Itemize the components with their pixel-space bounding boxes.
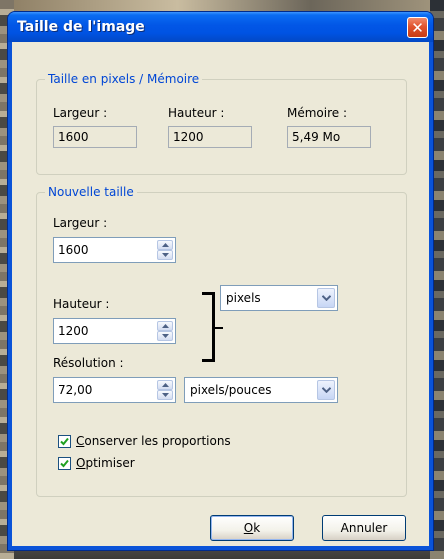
memory-value: 5,49 Mo bbox=[287, 126, 371, 148]
dialog-body: Taille en pixels / Mémoire Largeur : Hau… bbox=[12, 42, 429, 546]
new-width-spinner[interactable] bbox=[157, 240, 173, 260]
link-bracket-connector bbox=[215, 327, 223, 329]
new-size-group-title: Nouvelle taille bbox=[45, 185, 137, 199]
resolution-unit-dropdown[interactable]: pixels/pouces bbox=[184, 377, 338, 403]
resolution-unit-value: pixels/pouces bbox=[190, 383, 272, 397]
new-width-up-button[interactable] bbox=[157, 240, 173, 250]
optimize-label-rest: ptimiser bbox=[85, 456, 135, 470]
new-height-label: Hauteur : bbox=[53, 297, 110, 311]
ok-label-rest: k bbox=[253, 521, 261, 535]
current-height-label: Hauteur : bbox=[168, 106, 225, 120]
optimize-label: Optimiser bbox=[76, 456, 135, 470]
image-size-dialog: Taille de l'image ✕ Taille en pixels / M… bbox=[8, 12, 433, 550]
chevron-down-icon bbox=[322, 387, 331, 393]
checkmark-icon bbox=[60, 437, 69, 446]
size-unit-dropdown-button[interactable] bbox=[317, 288, 335, 308]
ok-mnemonic: O bbox=[243, 521, 254, 535]
keep-proportions-label: Conserver les proportions bbox=[76, 434, 231, 448]
size-unit-dropdown[interactable]: pixels bbox=[220, 285, 338, 311]
new-height-input[interactable] bbox=[58, 324, 148, 338]
keep-proportions-label-rest: onserver les proportions bbox=[84, 434, 231, 448]
arrow-up-icon bbox=[162, 243, 169, 247]
resolution-spinner[interactable] bbox=[157, 380, 173, 400]
resolution-down-button[interactable] bbox=[157, 390, 173, 400]
arrow-down-icon bbox=[162, 253, 169, 257]
new-height-spinner[interactable] bbox=[157, 321, 173, 341]
new-height-down-button[interactable] bbox=[157, 331, 173, 341]
new-width-down-button[interactable] bbox=[157, 250, 173, 260]
new-width-spinbox[interactable] bbox=[53, 237, 176, 263]
close-icon: ✕ bbox=[411, 19, 424, 37]
size-unit-value: pixels bbox=[226, 291, 261, 305]
new-width-input[interactable] bbox=[58, 243, 148, 257]
keep-proportions-checkbox[interactable] bbox=[58, 435, 71, 448]
optimize-checkbox[interactable] bbox=[58, 457, 71, 470]
resolution-label: Résolution : bbox=[53, 356, 124, 370]
chevron-down-icon bbox=[322, 295, 331, 301]
new-height-up-button[interactable] bbox=[157, 321, 173, 331]
optimize-checkbox-row[interactable]: Optimiser bbox=[58, 456, 178, 473]
current-width-value: 1600 bbox=[53, 126, 137, 148]
arrow-down-icon bbox=[162, 393, 169, 397]
resolution-unit-dropdown-button[interactable] bbox=[317, 380, 335, 400]
current-width-label: Largeur : bbox=[53, 106, 108, 120]
arrow-up-icon bbox=[162, 324, 169, 328]
memory-group-title: Taille en pixels / Mémoire bbox=[45, 72, 203, 86]
dialog-title: Taille de l'image bbox=[17, 19, 145, 35]
title-bar[interactable]: Taille de l'image ✕ bbox=[8, 12, 433, 42]
arrow-down-icon bbox=[162, 334, 169, 338]
arrow-up-icon bbox=[162, 383, 169, 387]
ok-button[interactable]: Ok bbox=[210, 515, 294, 541]
keep-proportions-checkbox-row[interactable]: Conserver les proportions bbox=[58, 434, 258, 451]
resolution-input[interactable] bbox=[58, 383, 148, 397]
resolution-spinbox[interactable] bbox=[53, 377, 176, 403]
link-bracket-bottom bbox=[202, 359, 215, 362]
new-width-label: Largeur : bbox=[53, 216, 108, 230]
new-height-spinbox[interactable] bbox=[53, 318, 176, 344]
resolution-up-button[interactable] bbox=[157, 380, 173, 390]
cancel-button[interactable]: Annuler bbox=[322, 515, 406, 541]
close-button[interactable]: ✕ bbox=[407, 17, 428, 38]
memory-label: Mémoire : bbox=[287, 106, 348, 120]
current-height-value: 1200 bbox=[168, 126, 252, 148]
checkmark-icon bbox=[60, 459, 69, 468]
